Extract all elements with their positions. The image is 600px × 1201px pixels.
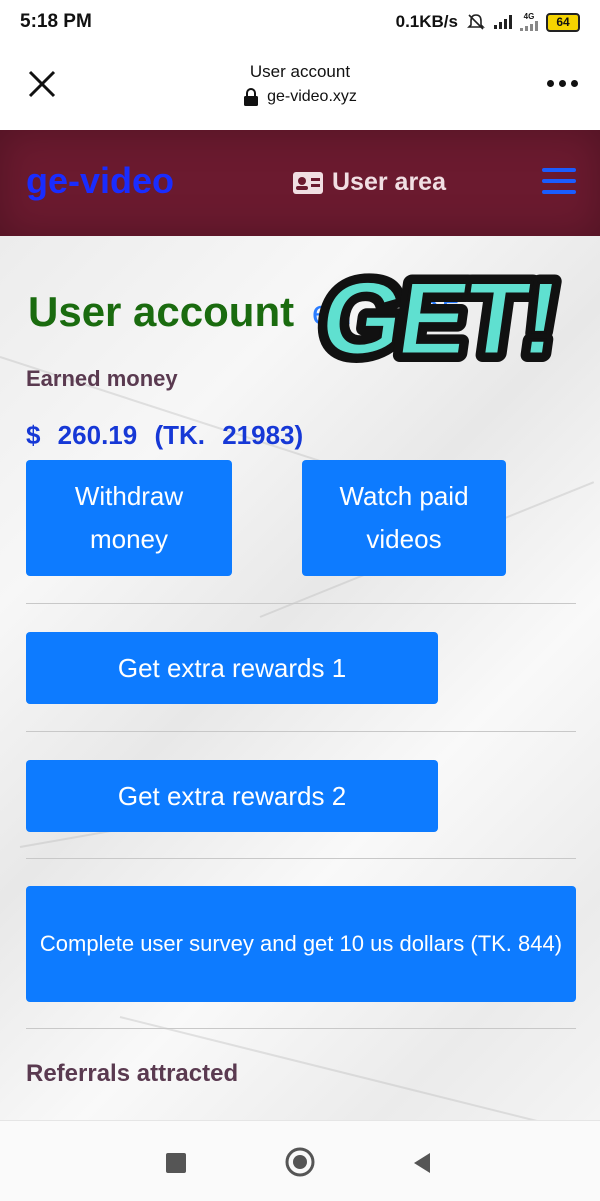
divider bbox=[26, 1028, 576, 1029]
withdraw-money-button[interactable]: Withdraw money bbox=[26, 460, 232, 576]
back-icon[interactable] bbox=[412, 1151, 432, 1175]
network-speed: 0.1KB/s bbox=[395, 12, 458, 31]
menu-icon[interactable] bbox=[542, 168, 576, 198]
earned-money-label: Earned money bbox=[26, 366, 178, 391]
home-icon[interactable] bbox=[285, 1147, 315, 1177]
battery-icon: 64 bbox=[546, 12, 580, 32]
divider bbox=[26, 603, 576, 604]
recents-icon[interactable] bbox=[166, 1153, 186, 1173]
site-header: ge-video User area bbox=[0, 130, 600, 236]
divider bbox=[26, 858, 576, 859]
watch-paid-videos-button[interactable]: Watch paid videos bbox=[302, 460, 506, 576]
user-area-label: User area bbox=[332, 168, 446, 196]
earned-amount-tk: (TK. 21983) bbox=[154, 420, 304, 450]
user-area-link[interactable]: User area bbox=[292, 168, 446, 197]
browser-url-text: ge-video.xyz bbox=[267, 88, 357, 105]
get-sticker-image: GET! GET! bbox=[306, 252, 571, 378]
signal-4g-icon: 4G bbox=[520, 13, 538, 31]
browser-titles: User account ge-video.xyz bbox=[0, 62, 600, 111]
extra-rewards-1-button[interactable]: Get extra rewards 1 bbox=[26, 632, 438, 704]
divider bbox=[26, 731, 576, 732]
extra-rewards-2-label: Get extra rewards 2 bbox=[117, 780, 347, 811]
status-bar: 5:18 PM 0.1KB/s 4G 64 bbox=[0, 0, 600, 44]
earned-amount-usd: $ 260.19 bbox=[26, 420, 138, 450]
id-card-icon bbox=[293, 171, 323, 194]
status-time: 5:18 PM bbox=[20, 11, 92, 32]
watch-paid-videos-label-2: videos bbox=[366, 524, 442, 554]
withdraw-money-label-1: Withdraw bbox=[74, 481, 184, 511]
lock-icon bbox=[244, 88, 259, 106]
browser-page-title: User account bbox=[249, 62, 351, 81]
extra-rewards-2-button[interactable]: Get extra rewards 2 bbox=[26, 760, 438, 832]
user-survey-label: Complete user survey and get 10 us dolla… bbox=[39, 931, 563, 956]
page-title: User account bbox=[28, 288, 295, 335]
svg-text:GET!: GET! bbox=[314, 260, 563, 376]
mute-icon bbox=[467, 14, 485, 30]
user-survey-button[interactable]: Complete user survey and get 10 us dolla… bbox=[26, 886, 576, 1002]
main-content: User account ed... 005 GET! GET! Earned … bbox=[0, 236, 600, 1120]
extra-rewards-1-label: Get extra rewards 1 bbox=[117, 652, 347, 683]
browser-url[interactable]: ge-video.xyz bbox=[243, 88, 357, 106]
system-nav-bar bbox=[0, 1120, 600, 1201]
withdraw-money-label-2: money bbox=[89, 524, 169, 554]
status-icons: 0.1KB/s 4G 64 bbox=[396, 12, 580, 32]
more-icon[interactable] bbox=[547, 80, 578, 87]
signal-icon bbox=[494, 15, 512, 29]
browser-toolbar: User account ge-video.xyz bbox=[0, 44, 600, 131]
referrals-label: Referrals attracted bbox=[26, 1060, 239, 1087]
site-logo[interactable]: ge-video bbox=[26, 160, 174, 202]
earned-amount: $ 260.19 (TK. 21983) bbox=[26, 420, 303, 451]
watch-paid-videos-label-1: Watch paid bbox=[339, 481, 469, 511]
